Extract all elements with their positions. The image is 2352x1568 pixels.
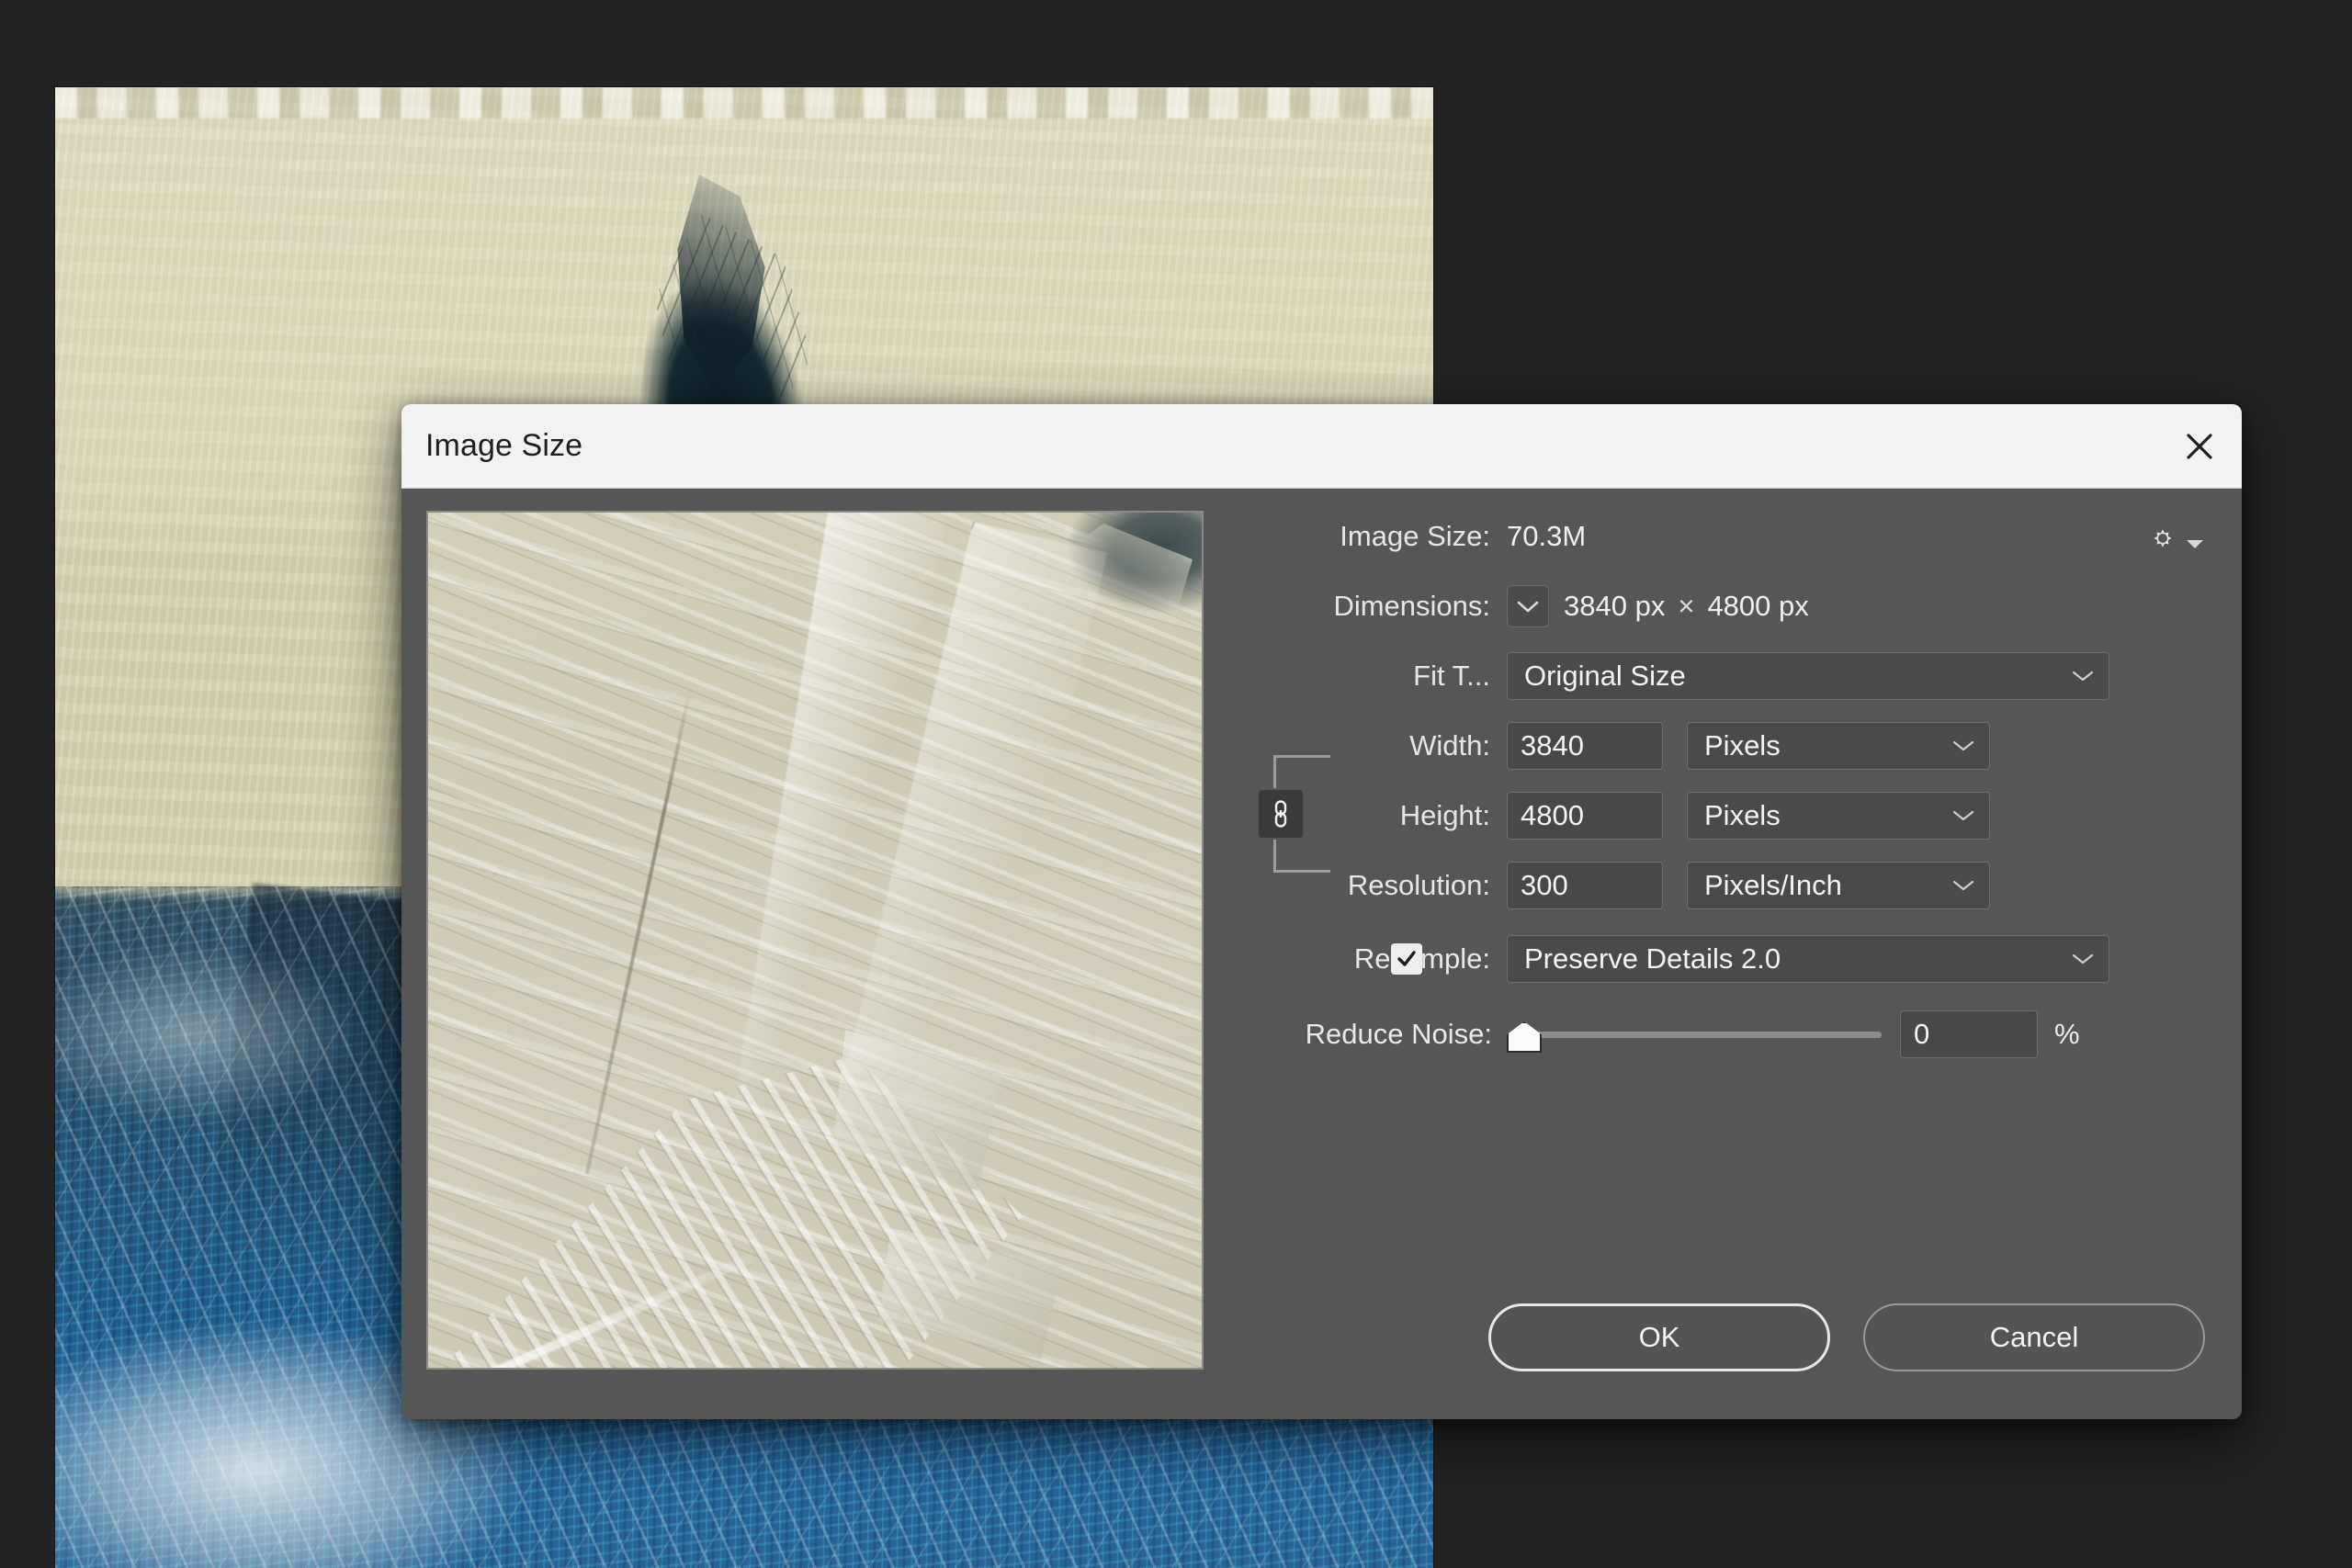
dimensions-separator: × <box>1678 590 1695 622</box>
dimensions-label: Dimensions: <box>1333 590 1490 622</box>
resolution-value: 300 <box>1521 869 1568 901</box>
width-value: 3840 <box>1521 729 1584 761</box>
chain-link-icon[interactable] <box>1259 790 1303 838</box>
reduce-noise-row: Reduce Noise: 0 % <box>1204 998 2205 1071</box>
resolution-input[interactable]: 300 <box>1507 862 1663 909</box>
reduce-noise-label: Reduce Noise: <box>1305 1018 1492 1050</box>
artwork-top-ridge <box>55 87 1433 118</box>
height-input[interactable]: 4800 <box>1507 792 1663 840</box>
fit-to-select[interactable]: Original Size <box>1507 652 2109 700</box>
gear-dropdown-caret <box>2187 539 2203 548</box>
cancel-button[interactable]: Cancel <box>1863 1303 2205 1371</box>
image-size-row: Image Size: 70.3M <box>1204 502 2205 571</box>
link-bracket-top <box>1273 755 1330 788</box>
resolution-row: Resolution: 300 Pixels/Inch <box>1204 851 2205 920</box>
image-size-value: 70.3M <box>1507 520 1587 552</box>
chevron-down-icon <box>2072 948 2094 970</box>
image-size-dialog: Image Size Image Size: 70.3M Dimensions:… <box>401 404 2242 1419</box>
width-input[interactable]: 3840 <box>1507 722 1663 770</box>
dialog-body: Image Size: 70.3M Dimensions: 3840 px × … <box>401 489 2242 1419</box>
reduce-noise-slider[interactable] <box>1507 1016 1882 1053</box>
aspect-ratio-link-group <box>1259 755 1336 873</box>
height-unit-value: Pixels <box>1704 799 1781 831</box>
resample-label: Resample: <box>1204 942 1507 976</box>
chevron-down-icon <box>2072 665 2094 687</box>
gear-icon[interactable] <box>2144 520 2203 557</box>
height-unit-select[interactable]: Pixels <box>1687 792 1990 840</box>
dimensions-height-value: 4800 px <box>1707 590 1809 622</box>
dialog-titlebar[interactable]: Image Size <box>401 404 2242 489</box>
resample-row: Resample: Preserve Details 2.0 <box>1204 920 2205 998</box>
resolution-unit-select[interactable]: Pixels/Inch <box>1687 862 1990 909</box>
chevron-down-icon <box>1952 805 1974 827</box>
fit-to-label: Fit T... <box>1413 660 1490 692</box>
link-bracket-bottom <box>1273 840 1330 873</box>
controls-pane: Image Size: 70.3M Dimensions: 3840 px × … <box>1204 489 2242 1419</box>
reduce-noise-unit: % <box>2054 1018 2080 1050</box>
chevron-down-icon <box>1952 735 1974 757</box>
chevron-down-icon <box>1952 874 1974 897</box>
dimensions-width-value: 3840 px <box>1564 590 1666 622</box>
ok-button[interactable]: OK <box>1488 1303 1830 1371</box>
resample-checkbox[interactable] <box>1391 943 1422 975</box>
resolution-unit-value: Pixels/Inch <box>1704 869 1842 901</box>
width-unit-value: Pixels <box>1704 729 1781 761</box>
reduce-noise-track <box>1520 1032 1882 1038</box>
height-value: 4800 <box>1521 799 1584 831</box>
preview-pane[interactable] <box>426 511 1204 1370</box>
reduce-noise-value: 0 <box>1914 1018 1930 1050</box>
fit-to-value: Original Size <box>1524 660 1686 692</box>
height-label: Height: <box>1399 799 1490 831</box>
reduce-noise-input[interactable]: 0 <box>1900 1010 2038 1058</box>
dialog-title: Image Size <box>425 428 583 463</box>
resample-method-select[interactable]: Preserve Details 2.0 <box>1507 935 2109 983</box>
resample-method-value: Preserve Details 2.0 <box>1524 942 1781 975</box>
image-size-label: Image Size: <box>1340 520 1490 552</box>
fit-to-row: Fit T... Original Size <box>1204 641 2205 711</box>
dimensions-row: Dimensions: 3840 px × 4800 px <box>1204 571 2205 641</box>
reduce-noise-thumb[interactable] <box>1507 1021 1542 1053</box>
image-preview[interactable] <box>428 513 1202 1368</box>
close-icon[interactable] <box>2166 413 2233 479</box>
resolution-label: Resolution: <box>1347 869 1490 901</box>
width-row: Width: 3840 Pixels <box>1204 711 2205 781</box>
width-label: Width: <box>1409 729 1490 761</box>
dialog-button-bar: OK Cancel <box>1204 1303 2205 1371</box>
height-row: Height: 4800 Pixels <box>1204 781 2205 851</box>
width-unit-select[interactable]: Pixels <box>1687 722 1990 770</box>
chevron-down-icon[interactable] <box>1507 585 1549 627</box>
